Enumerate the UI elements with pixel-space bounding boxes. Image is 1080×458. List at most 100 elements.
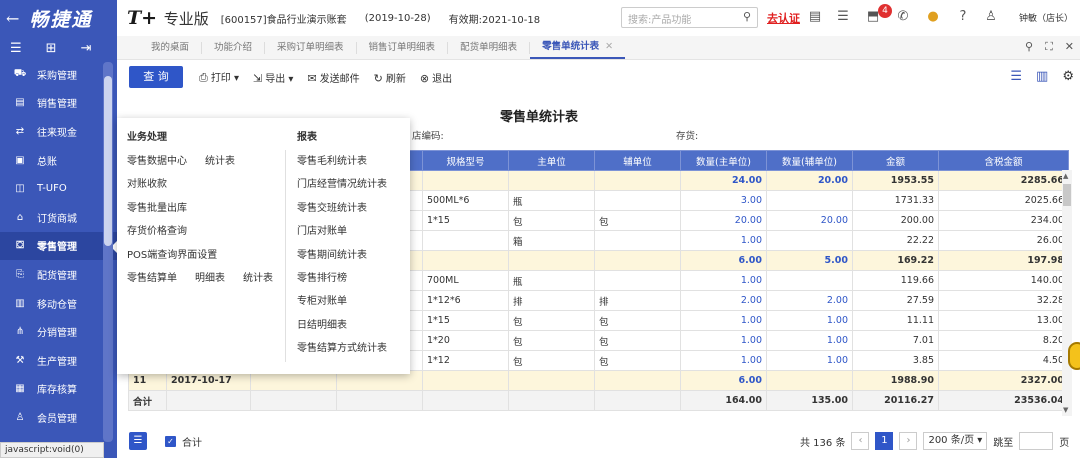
user-icon[interactable]: ♙ (983, 9, 999, 25)
column-settings-icon[interactable]: ☰ (129, 432, 147, 450)
col-qty-main[interactable]: 数量(主单位) (680, 150, 767, 171)
sidebar-item-label: 移动仓管 (37, 299, 77, 311)
exit-icon: ⊗ (419, 71, 430, 85)
exit-button[interactable]: ⊗ 退出 (420, 70, 452, 85)
sidebar-item-10[interactable]: ⚒ 生产管理 (0, 346, 117, 375)
goto-page-input[interactable] (1019, 432, 1054, 450)
menu-link[interactable]: 统计表 (205, 156, 235, 167)
email-button[interactable]: ✉ 发送邮件 (307, 70, 359, 85)
menu-link[interactable]: 零售结算方式统计表 (297, 339, 387, 362)
print-button[interactable]: ⎙ 打印 ▾ (199, 69, 239, 85)
fullscreen-icon[interactable]: ⛶ (1045, 40, 1053, 54)
menu-icon[interactable]: ☰ (10, 41, 22, 56)
menu-link[interactable]: 零售结算单 (127, 273, 177, 284)
refresh-button[interactable]: ↻ 刷新 (374, 70, 406, 85)
menu-link[interactable]: 零售交班统计表 (297, 199, 387, 222)
scroll-up-icon[interactable]: ▲ (1063, 172, 1068, 180)
sidebar-item-9[interactable]: ⋔ 分销管理 (0, 317, 117, 346)
list-view-icon[interactable]: ☰ (1010, 69, 1022, 84)
sidebar-item-0[interactable]: ⛟ 采购管理 (0, 60, 117, 89)
next-page-button[interactable]: › (899, 432, 918, 450)
menu-link[interactable]: 专柜对账单 (297, 292, 387, 315)
sidebar-item-12[interactable]: ♙ 会员管理 (0, 403, 117, 432)
menu-link[interactable]: 零售毛利统计表 (297, 152, 387, 175)
sidebar-item-2[interactable]: ⇄ 往来现金 (0, 117, 117, 146)
menu-link[interactable]: 存货价格查询 (127, 226, 187, 237)
cell-q2: 20.00 (766, 170, 853, 191)
cell-amt: 169.22 (852, 250, 939, 271)
sidebar-tools: ☰ ⊞ ⇥ (0, 36, 117, 60)
col-qty-aux[interactable]: 数量(辅单位) (766, 150, 853, 171)
col-tax-amount[interactable]: 含税金额 (938, 150, 1069, 171)
tab-2[interactable]: 采购订单明细表 (265, 41, 357, 54)
menu-col-business: 业务处理 零售数据中心 统计表 对账收款 零售批量出库 存货价格查询 POS端查询界面设置… (127, 128, 291, 292)
mascot-icon[interactable]: ● (925, 9, 941, 25)
tab-4[interactable]: 配货单明细表 (448, 41, 531, 54)
sidebar-item-1[interactable]: ▤ 销售管理 (0, 89, 117, 118)
grid-scrollbar[interactable]: ▲ ▼ (1062, 170, 1072, 416)
tab-1[interactable]: 功能介绍 (202, 41, 266, 54)
sidebar-item-label: 库存核算 (37, 385, 77, 397)
close-icon[interactable]: ✕ (1065, 40, 1074, 54)
sidebar-scrollbar[interactable] (103, 62, 113, 442)
cell-tax: 234.00 (938, 210, 1069, 231)
tab-0[interactable]: 我的桌面 (139, 41, 203, 54)
list-settings-icon[interactable]: ☰ (835, 9, 851, 25)
sidebar-scroll-thumb[interactable] (104, 76, 112, 246)
cell-unit (508, 370, 595, 391)
query-button[interactable]: 查 询 (129, 66, 183, 88)
col-spec[interactable]: 规格型号 (422, 150, 509, 171)
sidebar-item-3[interactable]: ▣ 总账 (0, 146, 117, 175)
menu-link[interactable]: 明细表 (195, 273, 225, 284)
grid-scroll-thumb[interactable] (1063, 184, 1071, 206)
certify-link[interactable]: 去认证 (767, 10, 800, 26)
menu-link[interactable]: 零售排行榜 (297, 269, 387, 292)
close-icon[interactable]: ✕ (605, 41, 613, 52)
user-name[interactable]: 钟敏（店长） (1019, 11, 1073, 24)
help-icon[interactable]: ? (955, 9, 971, 25)
menu-link[interactable]: 零售数据中心 (127, 156, 187, 167)
menu-link[interactable]: 门店经营情况统计表 (297, 175, 387, 198)
search-icon[interactable]: ⚲ (743, 10, 751, 23)
total-checkbox[interactable]: ✓ (165, 435, 176, 447)
menu-link[interactable]: 零售批量出库 (127, 203, 187, 214)
cell-q1: 3.00 (680, 190, 767, 211)
tab-3[interactable]: 销售订单明细表 (357, 41, 449, 54)
chart-view-icon[interactable]: ▥ (1036, 69, 1048, 84)
col-aux-unit[interactable]: 辅单位 (594, 150, 681, 171)
sidebar-item-7[interactable]: ⎘ 配货管理 (0, 260, 117, 289)
page-size-select[interactable]: 200 条/页 ▾ (923, 432, 988, 450)
assistant-mascot-icon[interactable] (1068, 342, 1080, 370)
menu-link[interactable]: 零售期间统计表 (297, 246, 387, 269)
sidebar-item-4[interactable]: ◫ T-UFO (0, 174, 117, 203)
menu-link[interactable]: 对账收款 (127, 179, 167, 190)
cell-unit: 箱 (508, 230, 595, 251)
menu-link[interactable]: 门店对账单 (297, 222, 387, 245)
back-arrow-icon[interactable]: ← (6, 9, 21, 28)
menu-link[interactable]: POS端查询界面设置 (127, 250, 217, 261)
shop-icon: ⌂ (16, 211, 24, 223)
sidebar-item-11[interactable]: ▦ 库存核算 (0, 375, 117, 404)
pin-icon[interactable]: ⇥ (81, 41, 92, 56)
sidebar-item-6[interactable]: ⛋ 零售管理 (0, 231, 117, 261)
scroll-down-icon[interactable]: ▼ (1063, 406, 1068, 414)
col-amount[interactable]: 金额 (852, 150, 939, 171)
menu-link[interactable]: 日结明细表 (297, 316, 387, 339)
sidebar-item-5[interactable]: ⌂ 订货商城 (0, 203, 117, 232)
phone-icon[interactable]: ✆ (895, 9, 911, 25)
gear-icon[interactable]: ⚙ (1062, 69, 1074, 84)
export-button[interactable]: ⇲ 导出 ▾ (253, 70, 293, 85)
current-page[interactable]: 1 (875, 432, 894, 450)
grid-icon[interactable]: ⊞ (46, 41, 57, 56)
prev-page-button[interactable]: ‹ (851, 432, 870, 450)
menu-link[interactable]: 统计表 (243, 273, 273, 284)
tab-5[interactable]: 零售单统计表 ✕ (530, 37, 626, 59)
sidebar-item-8[interactable]: ▥ 移动仓管 (0, 289, 117, 318)
brand: T+ 专业版 (127, 7, 209, 29)
search-input[interactable]: 搜索:产品功能 ⚲ (621, 7, 758, 28)
col-unit[interactable]: 主单位 (508, 150, 595, 171)
search-icon[interactable]: ⚲ (1025, 40, 1033, 54)
cell-unit: 排 (508, 290, 595, 311)
cell-aux (594, 170, 681, 191)
document-icon[interactable]: ▤ (807, 9, 823, 25)
